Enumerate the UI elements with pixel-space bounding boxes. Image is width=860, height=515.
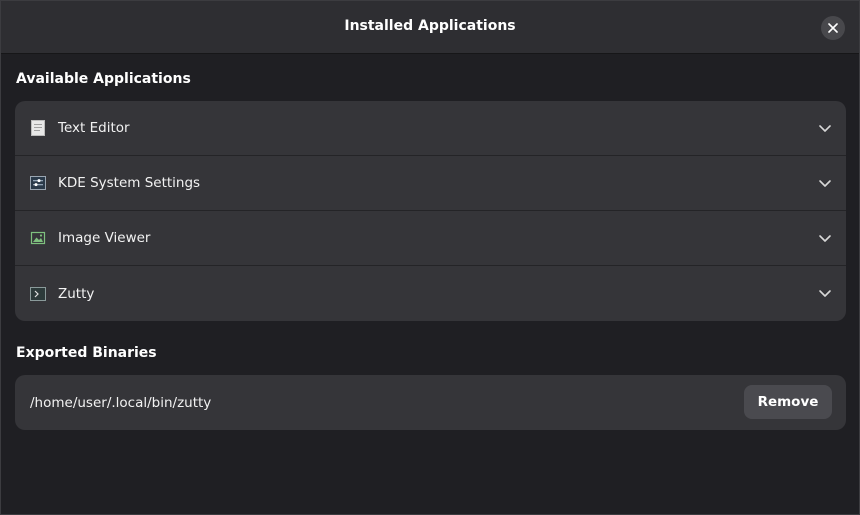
- app-row-image-viewer[interactable]: Image Viewer: [15, 211, 846, 266]
- app-row-kde-system-settings[interactable]: KDE System Settings: [15, 156, 846, 211]
- installed-applications-dialog: Installed Applications Available Applica…: [0, 0, 860, 515]
- close-icon: [828, 23, 838, 33]
- chevron-down-icon: [819, 125, 831, 132]
- app-list: Text Editor KDE System Settings Image Vi…: [15, 101, 846, 321]
- app-label: KDE System Settings: [58, 175, 201, 191]
- app-label: Zutty: [58, 285, 95, 302]
- window-title: Installed Applications: [344, 18, 516, 34]
- app-row-zutty[interactable]: Zutty: [15, 266, 846, 321]
- app-label: Text Editor: [58, 120, 130, 136]
- app-row-text-editor[interactable]: Text Editor: [15, 101, 846, 156]
- exported-binary-row: /home/user/.local/bin/zutty Remove: [15, 375, 846, 430]
- image-viewer-icon: [30, 231, 46, 245]
- terminal-icon: [30, 286, 46, 301]
- close-button[interactable]: [821, 16, 845, 40]
- chevron-down-icon: [819, 290, 831, 297]
- app-label: Image Viewer: [58, 230, 151, 246]
- header-bar: Installed Applications: [1, 1, 859, 54]
- exported-binaries-heading: Exported Binaries: [16, 345, 157, 361]
- remove-button[interactable]: Remove: [744, 385, 832, 419]
- chevron-down-icon: [819, 180, 831, 187]
- settings-icon: [30, 176, 46, 190]
- chevron-down-icon: [819, 235, 831, 242]
- binary-path: /home/user/.local/bin/zutty: [30, 394, 212, 411]
- text-editor-icon: [31, 120, 45, 136]
- available-applications-heading: Available Applications: [16, 71, 191, 87]
